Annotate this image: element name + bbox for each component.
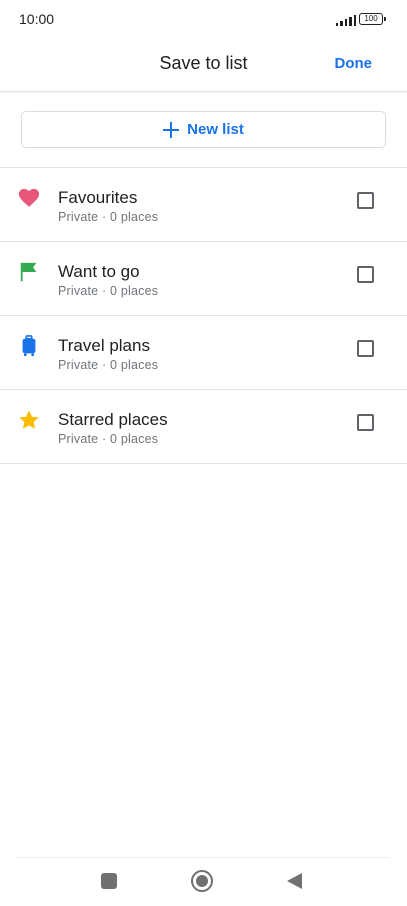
want-to-go-checkbox[interactable] [357,266,374,283]
battery-level: 100 [364,14,378,23]
favourites-checkbox[interactable] [357,192,374,209]
new-list-label: New list [187,121,244,138]
top-app-bar: Save to list Done [0,40,407,92]
star-icon [19,410,39,429]
list-name: Favourites [58,188,138,207]
saved-lists: Favourites Private · 0 places Want to go… [0,168,407,464]
battery-icon: 100 [359,13,386,25]
heart-icon [18,188,40,207]
starred-places-checkbox[interactable] [357,414,374,431]
list-name: Want to go [58,262,140,281]
recents-button[interactable] [101,873,117,889]
done-button[interactable]: Done [335,55,373,72]
suitcase-icon [22,335,36,357]
list-name: Starred places [58,410,168,429]
plus-icon [163,121,180,138]
list-item-travel-plans[interactable]: Travel plans Private · 0 places [0,316,407,390]
list-subtitle: Private · 0 places [58,284,159,298]
back-button[interactable] [287,873,302,889]
list-item-starred-places[interactable]: Starred places Private · 0 places [0,390,407,464]
list-subtitle: Private · 0 places [58,432,159,446]
list-subtitle: Private · 0 places [58,358,159,372]
status-bar: 10:00 100 [0,0,407,40]
status-time: 10:00 [19,11,55,27]
list-item-want-to-go[interactable]: Want to go Private · 0 places [0,242,407,316]
list-name: Travel plans [58,336,150,355]
home-button[interactable] [191,870,213,892]
flag-icon [20,262,37,282]
list-subtitle: Private · 0 places [58,210,159,224]
list-item-favourites[interactable]: Favourites Private · 0 places [0,168,407,242]
signal-icon [336,14,356,26]
nav-bar-divider [16,857,390,858]
new-list-button[interactable]: New list [21,111,386,148]
travel-plans-checkbox[interactable] [357,340,374,357]
save-to-list-screen: 10:00 100 Save to list Done New list Fav… [0,0,407,906]
